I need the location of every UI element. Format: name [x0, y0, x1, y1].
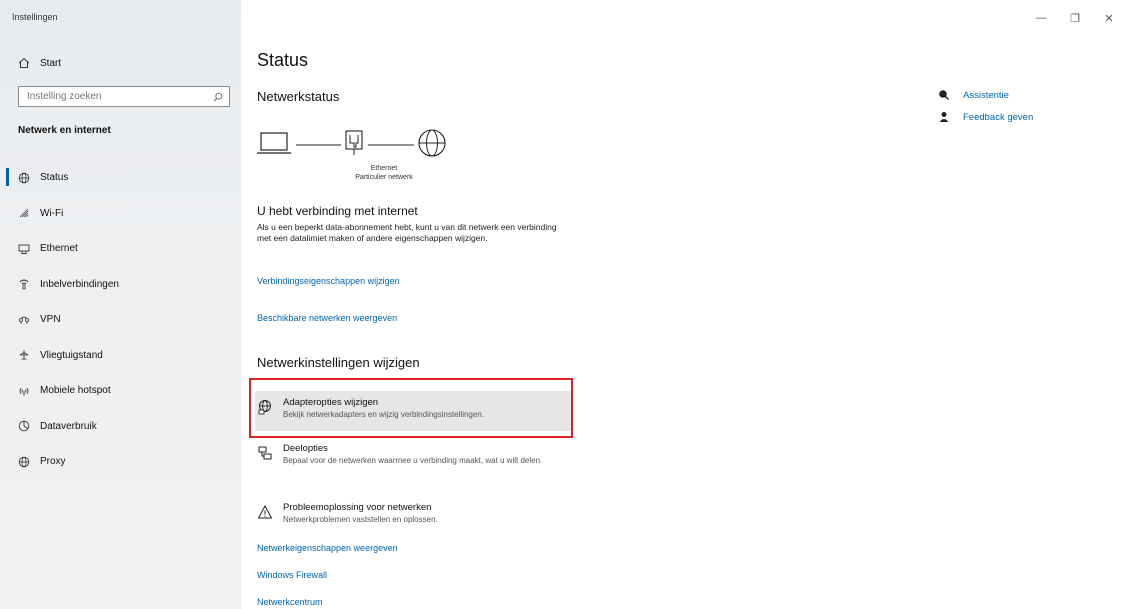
help-chat-icon — [939, 90, 949, 100]
sidebar-item-airplane[interactable]: Vliegtuigstand — [0, 338, 241, 374]
warning-icon — [257, 504, 273, 519]
available-networks-link[interactable]: Beschikbare netwerken weergeven — [257, 313, 397, 323]
data-usage-icon — [18, 420, 30, 432]
sidebar-item-status[interactable]: Status — [0, 160, 241, 196]
feedback-person-icon — [939, 112, 949, 122]
network-type: Particulier netwerk — [355, 174, 413, 181]
globe-status-icon — [18, 172, 30, 184]
feedback-link[interactable]: Feedback geven — [963, 112, 1033, 123]
home-icon — [18, 57, 30, 68]
ethernet-port-icon — [345, 130, 363, 155]
sidebar-item-label: Mobiele hotspot — [40, 385, 111, 397]
laptop-icon — [257, 132, 291, 154]
vpn-icon — [18, 316, 30, 324]
hotspot-icon — [19, 387, 29, 396]
help-item[interactable]: Assistentie — [938, 84, 1033, 106]
sidebar-section-title: Netwerk en internet — [18, 125, 111, 136]
sidebar-item-proxy[interactable]: Proxy — [0, 444, 241, 480]
sidebar-nav: Status Wi-Fi Ethernet Inbelverbindingen — [0, 160, 241, 480]
network-properties-link[interactable]: Netwerkeigenschappen weergeven — [257, 543, 398, 553]
help-panel: Assistentie Feedback geven — [938, 84, 1033, 128]
sidebar-item-label: Dataverbruik — [40, 420, 97, 432]
network-center-link[interactable]: Netwerkcentrum — [257, 597, 323, 607]
windows-firewall-link[interactable]: Windows Firewall — [257, 570, 327, 580]
nav-home-label: Start — [40, 57, 62, 69]
option-description: Bekijk netwerkadapters en wijzig verbind… — [283, 410, 484, 419]
nav-home[interactable]: Start — [18, 54, 61, 72]
ethernet-icon — [18, 244, 30, 254]
sidebar-item-label: Ethernet — [40, 243, 78, 255]
sidebar-item-vpn[interactable]: VPN — [0, 302, 241, 338]
sharing-options-item[interactable]: Deelopties Bepaal voor de netwerken waar… — [255, 437, 571, 466]
page-title: Status — [257, 50, 309, 70]
help-link[interactable]: Assistentie — [963, 90, 1009, 101]
window-title: Instellingen — [12, 12, 58, 22]
option-title: Probleemoplossing voor netwerken — [283, 502, 432, 513]
sharing-icon — [258, 446, 272, 460]
adapter-options-item[interactable]: Adapteropties wijzigen Bekijk netwerkada… — [255, 391, 571, 431]
troubleshoot-item[interactable]: Probleemoplossing voor netwerken Netwerk… — [255, 496, 571, 525]
sidebar-item-label: Wi-Fi — [40, 207, 64, 219]
sidebar-item-label: VPN — [40, 314, 61, 326]
option-description: Bepaal voor de netwerken waarmee u verbi… — [283, 456, 543, 465]
change-settings-heading: Netwerkinstellingen wijzigen — [257, 355, 420, 370]
sidebar-item-dialup[interactable]: Inbelverbindingen — [0, 267, 241, 303]
sidebar-item-wifi[interactable]: Wi-Fi — [0, 196, 241, 232]
adapter-globe-icon — [258, 400, 271, 415]
sidebar-item-label: Vliegtuigstand — [40, 349, 103, 361]
feedback-item[interactable]: Feedback geven — [938, 106, 1033, 128]
globe-icon — [18, 456, 30, 468]
option-description: Netwerkproblemen vaststellen en oplossen… — [283, 515, 438, 524]
connection-properties-link[interactable]: Verbindingseigenschappen wijzigen — [257, 276, 400, 286]
dialup-icon — [19, 279, 29, 290]
option-title: Adapteropties wijzigen — [283, 397, 379, 408]
wifi-icon — [19, 208, 29, 218]
network-diagram: Ethernet Particulier netwerk — [257, 125, 497, 195]
sidebar-item-datausage[interactable]: Dataverbruik — [0, 409, 241, 445]
sidebar-item-label: Inbelverbindingen — [40, 278, 119, 290]
option-title: Deelopties — [283, 443, 328, 454]
internet-globe-icon — [418, 129, 446, 157]
sidebar: Instellingen Start Netwerk en internet S… — [0, 0, 241, 609]
search-input[interactable] — [27, 91, 197, 102]
sidebar-item-hotspot[interactable]: Mobiele hotspot — [0, 373, 241, 409]
sidebar-item-label: Status — [40, 172, 69, 184]
search-icon — [213, 92, 223, 101]
airplane-icon — [19, 350, 29, 361]
search-box[interactable] — [18, 86, 230, 107]
network-status-heading: Netwerkstatus — [257, 89, 340, 104]
network-diagram-graphic — [257, 129, 446, 157]
sidebar-item-ethernet[interactable]: Ethernet — [0, 231, 241, 267]
connected-heading: U hebt verbinding met internet — [257, 204, 418, 218]
connection-name: Ethernet — [370, 165, 398, 172]
connected-description: Als u een beperkt data-abonnement hebt, … — [257, 222, 557, 243]
sidebar-item-label: Proxy — [40, 456, 66, 468]
